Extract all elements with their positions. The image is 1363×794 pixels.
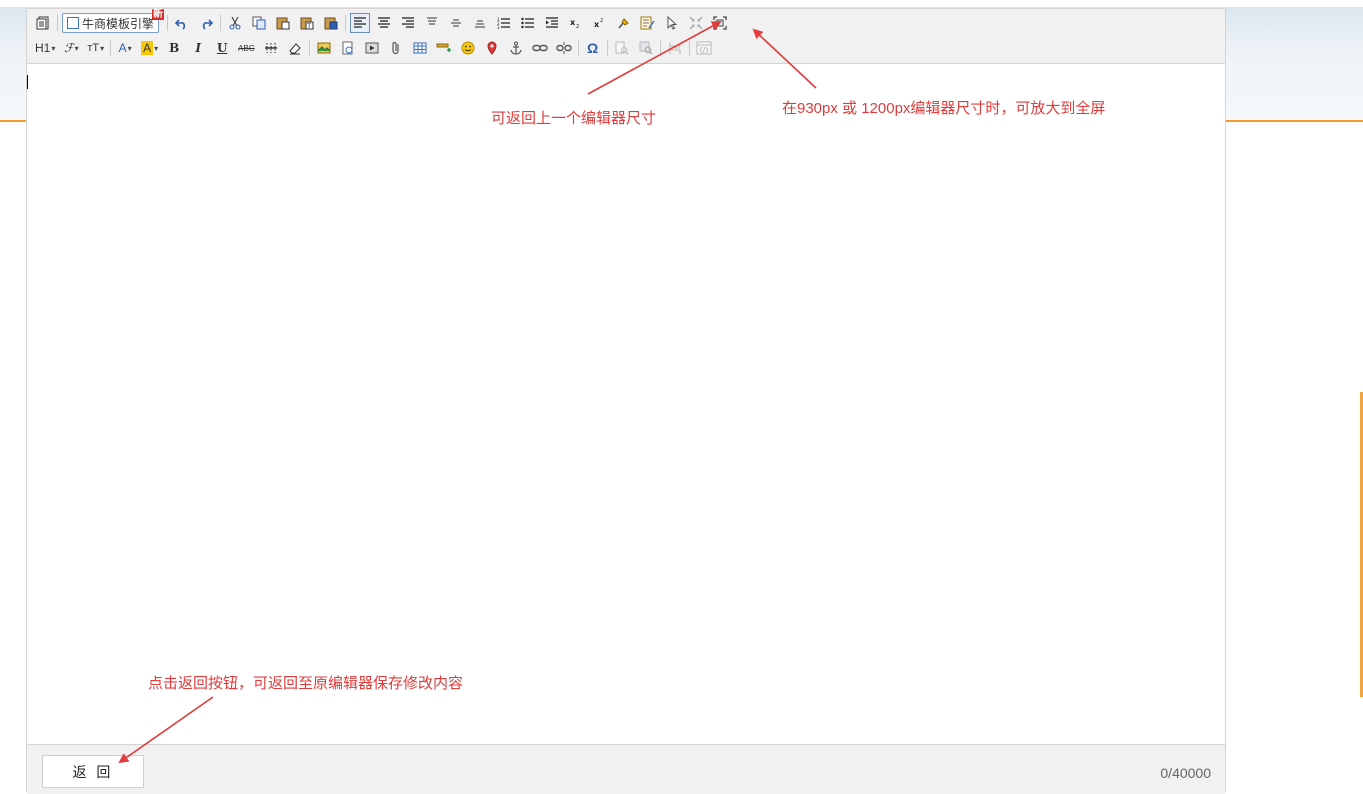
chevron-down-icon: ▾ bbox=[154, 43, 159, 53]
font-color-dropdown[interactable]: A ▾ bbox=[115, 38, 135, 58]
align-center-icon[interactable] bbox=[374, 13, 394, 33]
align-left-icon[interactable] bbox=[350, 13, 371, 33]
toolbar-separator bbox=[345, 15, 347, 31]
chevron-down-icon: ▾ bbox=[100, 43, 105, 53]
special-char-label: Ω bbox=[587, 40, 599, 56]
line-height-top-icon[interactable] bbox=[422, 13, 442, 33]
insert-table-icon[interactable] bbox=[410, 38, 430, 58]
toolbar-separator bbox=[110, 40, 112, 56]
redo-icon[interactable] bbox=[196, 13, 216, 33]
horizontal-rule-icon[interactable] bbox=[261, 38, 281, 58]
copy-icon[interactable] bbox=[249, 13, 269, 33]
paste-text-icon[interactable]: T bbox=[297, 13, 317, 33]
ordered-list-icon[interactable]: 123 bbox=[494, 13, 514, 33]
toolbar-separator bbox=[606, 40, 608, 56]
chevron-down-icon: ▾ bbox=[51, 43, 56, 53]
editor-toolbar: 牛商模板引擎 新 T 1 2 3 x 2 x 2 H1 ▾ ℱ ▾ тT ▾ A… bbox=[27, 9, 1225, 64]
cut-icon[interactable] bbox=[225, 13, 245, 33]
toolbar-separator bbox=[688, 40, 690, 56]
anchor-icon[interactable] bbox=[506, 38, 526, 58]
attach-image-icon[interactable] bbox=[338, 38, 358, 58]
font-family-dropdown[interactable]: ℱ ▾ bbox=[61, 38, 81, 58]
back-button[interactable]: 返 回 bbox=[42, 755, 144, 788]
bold-button[interactable]: B bbox=[164, 38, 184, 58]
italic-label: I bbox=[195, 41, 201, 55]
word-count: 0/40000 bbox=[1160, 765, 1211, 781]
heading-label: H1 bbox=[35, 41, 51, 55]
annotation-back: 点击返回按钮，可返回至原编辑器保存修改内容 bbox=[148, 675, 464, 692]
source-icon[interactable] bbox=[33, 13, 53, 33]
subscript-icon[interactable]: x2 bbox=[566, 13, 586, 33]
paste-icon[interactable] bbox=[273, 13, 293, 33]
template-engine-button[interactable]: 牛商模板引擎 新 bbox=[62, 9, 165, 33]
insert-row-icon[interactable] bbox=[434, 38, 454, 58]
font-color-label: A bbox=[118, 41, 127, 55]
svg-text:2: 2 bbox=[600, 18, 603, 24]
font-size-label: тT bbox=[87, 42, 100, 54]
toolbar-separator bbox=[167, 15, 169, 31]
heading-dropdown[interactable]: H1 ▾ bbox=[33, 38, 57, 58]
strikethrough-button[interactable]: ABC bbox=[236, 38, 256, 58]
highlight-color-dropdown[interactable]: A ▾ bbox=[139, 38, 160, 58]
highlight-label: A bbox=[141, 41, 154, 55]
emoticon-icon[interactable] bbox=[458, 38, 478, 58]
paste-word-icon[interactable] bbox=[321, 13, 341, 33]
unordered-list-icon[interactable] bbox=[518, 13, 538, 33]
chevron-down-icon: ▾ bbox=[74, 43, 79, 53]
svg-text:3: 3 bbox=[497, 25, 500, 29]
font-size-dropdown[interactable]: тT ▾ bbox=[85, 38, 106, 58]
eraser-icon[interactable] bbox=[285, 38, 305, 58]
undo-icon[interactable] bbox=[172, 13, 192, 33]
toolbar-separator bbox=[57, 15, 58, 31]
line-height-bottom-icon[interactable] bbox=[470, 13, 490, 33]
search-replace-icon[interactable] bbox=[612, 38, 632, 58]
svg-text:T: T bbox=[306, 23, 311, 30]
toolbar-row-1: 牛商模板引擎 新 T 1 2 3 x 2 x 2 bbox=[33, 9, 734, 35]
link-icon[interactable] bbox=[530, 38, 550, 58]
strikethrough-label: ABC bbox=[238, 43, 255, 53]
toolbar-separator bbox=[577, 40, 579, 56]
font-family-label: ℱ bbox=[64, 41, 74, 55]
page-break-icon[interactable] bbox=[665, 38, 685, 58]
map-pin-icon[interactable] bbox=[482, 38, 502, 58]
annotation-fullscreen: 在930px 或 1200px编辑器尺寸时，可放大到全屏 bbox=[782, 100, 1106, 117]
underline-label: U bbox=[216, 41, 228, 55]
editor-bottom-bar: 返 回 0/40000 bbox=[27, 744, 1225, 794]
auto-format-icon[interactable] bbox=[638, 13, 658, 33]
align-right-icon[interactable] bbox=[398, 13, 418, 33]
italic-button[interactable]: I bbox=[188, 38, 208, 58]
insert-video-icon[interactable] bbox=[362, 38, 382, 58]
format-brush-icon[interactable] bbox=[614, 13, 634, 33]
indent-icon[interactable] bbox=[542, 13, 562, 33]
template-icon bbox=[67, 17, 79, 29]
svg-text:2: 2 bbox=[576, 24, 579, 29]
attachment-icon[interactable] bbox=[386, 38, 406, 58]
image-search-icon[interactable] bbox=[636, 38, 656, 58]
line-height-middle-icon[interactable] bbox=[446, 13, 466, 33]
fullscreen-icon[interactable] bbox=[710, 13, 730, 33]
underline-button[interactable]: U bbox=[212, 38, 232, 58]
unlink-icon[interactable] bbox=[554, 38, 574, 58]
insert-image-icon[interactable] bbox=[314, 38, 334, 58]
toolbar-row-2: H1 ▾ ℱ ▾ тT ▾ A ▾ A ▾ B I U ABC Ω bbox=[33, 36, 718, 60]
toolbar-separator bbox=[659, 40, 661, 56]
special-char-button[interactable]: Ω bbox=[583, 38, 603, 58]
text-caret bbox=[27, 75, 28, 89]
bold-label: B bbox=[169, 41, 180, 55]
chevron-down-icon: ▾ bbox=[127, 43, 132, 53]
template-engine-label: 牛商模板引擎 bbox=[82, 16, 155, 31]
restore-size-icon[interactable] bbox=[686, 13, 706, 33]
toolbar-separator bbox=[220, 15, 222, 31]
superscript-icon[interactable]: x2 bbox=[590, 13, 610, 33]
toolbar-separator bbox=[308, 40, 310, 56]
select-pointer-icon[interactable] bbox=[662, 13, 682, 33]
html-source-icon[interactable] bbox=[694, 38, 714, 58]
annotation-restore-size: 可返回上一个编辑器尺寸 bbox=[491, 110, 657, 127]
new-badge: 新 bbox=[152, 9, 165, 20]
editor-content-area[interactable] bbox=[27, 64, 1225, 744]
